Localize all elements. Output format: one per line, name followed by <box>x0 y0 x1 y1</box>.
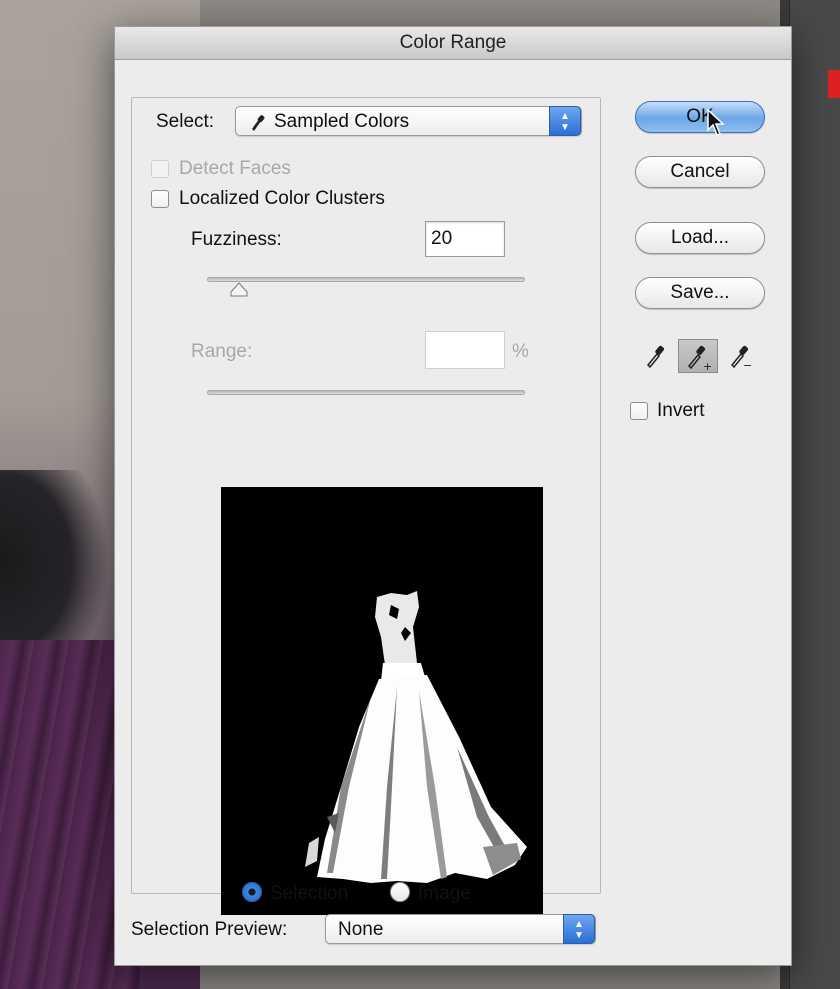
selection-radio-label: Selection <box>270 883 349 904</box>
app-side-panel <box>789 0 840 989</box>
save-button[interactable]: Save... <box>635 277 765 309</box>
eyedropper-icon <box>248 107 266 147</box>
image-radio[interactable] <box>390 882 410 902</box>
detect-faces-checkbox[interactable] <box>151 160 169 178</box>
app-panel-swatch <box>828 70 840 98</box>
eyedropper-icon[interactable] <box>643 341 669 369</box>
dialog-title: Color Range <box>115 27 791 60</box>
range-unit: % <box>512 341 529 362</box>
selection-radio[interactable] <box>242 882 262 902</box>
svg-text:−: − <box>743 359 752 369</box>
fuzziness-field[interactable]: 20 <box>425 221 505 257</box>
range-label: Range: <box>191 341 253 362</box>
load-button[interactable]: Load... <box>635 222 765 254</box>
cancel-button[interactable]: Cancel <box>635 156 765 188</box>
color-range-dialog: Color Range Select: Sampled Colors ▲ ▼ De… <box>114 26 792 966</box>
range-field[interactable] <box>425 331 505 369</box>
fuzziness-label: Fuzziness: <box>191 229 282 250</box>
selection-preview-thumbnail <box>221 487 543 915</box>
options-group: Select: Sampled Colors ▲ ▼ Detect Faces L… <box>131 97 601 915</box>
eyedropper-subtract-icon[interactable]: − <box>727 341 753 372</box>
dropdown-arrows-icon: ▲ ▼ <box>563 914 595 944</box>
ok-button[interactable]: OK <box>635 101 765 133</box>
invert-label: Invert <box>657 400 705 421</box>
select-label: Select: <box>156 111 215 132</box>
range-slider[interactable] <box>207 390 525 395</box>
fuzziness-slider[interactable] <box>207 277 525 282</box>
dropdown-arrows-icon: ▲ ▼ <box>549 106 581 136</box>
detect-faces-label: Detect Faces <box>179 158 291 179</box>
invert-checkbox[interactable] <box>630 402 648 420</box>
selection-preview-dropdown[interactable]: None ▲ ▼ <box>325 914 596 944</box>
mouse-cursor-icon <box>707 108 727 142</box>
selection-preview-value: None <box>338 919 384 940</box>
select-dropdown[interactable]: Sampled Colors ▲ ▼ <box>235 106 582 136</box>
localized-clusters-checkbox[interactable] <box>151 190 169 208</box>
localized-clusters-label: Localized Color Clusters <box>179 188 385 209</box>
image-radio-label: Image <box>418 883 471 904</box>
eyedropper-add-icon[interactable]: + <box>678 339 718 373</box>
select-value: Sampled Colors <box>274 111 410 132</box>
svg-text:+: + <box>703 360 712 372</box>
dress-mask-image <box>305 591 527 883</box>
selection-preview-label: Selection Preview: <box>131 919 288 940</box>
